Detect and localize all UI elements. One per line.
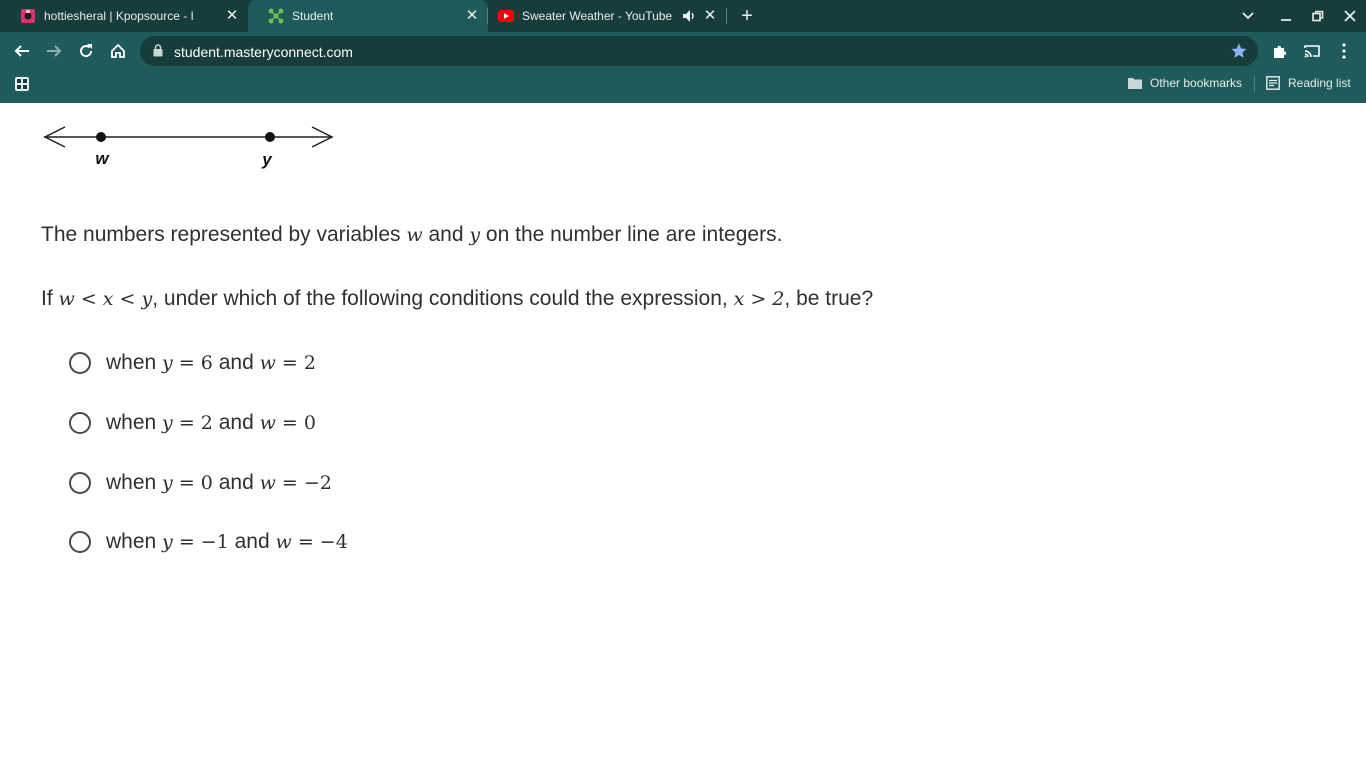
answer-option-3[interactable]: when y = 0 and w = −2 — [69, 471, 332, 495]
math-expression: w < x < y — [58, 288, 153, 310]
math-value: = 6 — [172, 352, 213, 374]
close-tab-icon[interactable]: ✕ — [464, 8, 480, 24]
tab-strip: hottiesheral | Kpopsource - Intern ✕ Stu… — [0, 0, 1366, 32]
question-statement: The numbers represented by variables w a… — [41, 223, 782, 247]
label-w: w — [95, 149, 110, 168]
close-tab-icon[interactable]: ✕ — [224, 8, 240, 24]
restore-icon[interactable] — [1308, 6, 1328, 26]
math-var: w — [275, 531, 292, 553]
text: The numbers represented by variables — [41, 223, 407, 246]
tab-title: Student — [292, 9, 334, 23]
point-y — [265, 132, 275, 142]
tab-separator — [726, 8, 727, 24]
page-content: w y The numbers represented by variables… — [0, 103, 1366, 768]
text: If — [41, 287, 59, 310]
text: and — [212, 411, 260, 434]
kebab-menu-icon[interactable] — [1334, 41, 1354, 61]
address-bar[interactable]: student.masteryconnect.com — [140, 36, 1258, 66]
radio-button[interactable] — [69, 412, 91, 434]
math-value: = −4 — [291, 531, 348, 553]
math-value: = 0 — [172, 472, 213, 494]
back-arrow-icon[interactable] — [10, 39, 34, 63]
text: when — [106, 530, 163, 553]
text: on the number line are integers. — [480, 223, 783, 246]
tab-title: Sweater Weather - YouTube — [522, 9, 673, 23]
new-tab-button[interactable]: + — [736, 6, 758, 26]
option-label: when y = 2 and w = 0 — [106, 411, 316, 435]
text: and — [212, 471, 260, 494]
option-label: when y = 0 and w = −2 — [106, 471, 332, 495]
math-var: y — [162, 412, 173, 434]
math-var: y — [162, 472, 173, 494]
text: , be true? — [784, 287, 874, 310]
tab-kpopsource[interactable]: hottiesheral | Kpopsource - Intern ✕ — [0, 0, 248, 32]
text: and — [212, 351, 260, 374]
math-var: w — [259, 412, 276, 434]
option-label: when y = 6 and w = 2 — [106, 351, 316, 375]
other-bookmarks-folder[interactable]: Other bookmarks — [1128, 76, 1242, 90]
close-tab-icon[interactable]: ✕ — [702, 8, 718, 24]
reading-list-label: Reading list — [1288, 76, 1351, 90]
browser-chrome: hottiesheral | Kpopsource - Intern ✕ Stu… — [0, 0, 1366, 103]
reading-list-button[interactable]: Reading list — [1266, 76, 1351, 90]
text: , under which of the following condition… — [152, 287, 734, 310]
radio-button[interactable] — [69, 531, 91, 553]
tab-youtube[interactable]: Sweater Weather - YouTube ✕ — [488, 0, 726, 32]
masteryconnect-favicon — [268, 8, 284, 24]
bookmarks-separator — [1254, 76, 1255, 92]
minimize-icon[interactable] — [1276, 6, 1296, 26]
math-expression: x > 2 — [733, 288, 785, 310]
math-value: = −1 — [172, 531, 229, 553]
radio-button[interactable] — [69, 472, 91, 494]
tab-student[interactable]: Student ✕ — [248, 0, 488, 32]
answer-option-2[interactable]: when y = 2 and w = 0 — [69, 411, 316, 435]
option-label: when y = −1 and w = −4 — [106, 530, 348, 554]
lock-icon[interactable] — [153, 44, 163, 62]
number-line: w y — [43, 126, 334, 169]
point-w — [96, 132, 106, 142]
folder-icon — [1128, 78, 1142, 89]
math-value: = 2 — [172, 412, 213, 434]
tab-title: hottiesheral | Kpopsource - Intern — [44, 9, 194, 23]
reload-icon[interactable] — [74, 39, 98, 63]
math-value: = 2 — [275, 352, 316, 374]
question-prompt: If w < x < y, under which of the followi… — [41, 287, 873, 311]
math-var: y — [162, 531, 173, 553]
forward-arrow-icon[interactable] — [42, 39, 66, 63]
kpopsource-favicon — [20, 8, 36, 24]
math-value: = 0 — [275, 412, 316, 434]
math-value: = −2 — [275, 472, 332, 494]
bookmarks-bar: Other bookmarks Reading list — [0, 70, 1366, 98]
youtube-favicon — [498, 8, 514, 24]
text: when — [106, 351, 163, 374]
answer-option-1[interactable]: when y = 6 and w = 2 — [69, 351, 316, 375]
math-var: y — [162, 352, 173, 374]
bookmark-star-icon[interactable] — [1230, 42, 1248, 65]
text: when — [106, 471, 163, 494]
home-icon[interactable] — [106, 39, 130, 63]
extensions-puzzle-icon[interactable] — [1270, 41, 1290, 61]
audio-playing-icon[interactable] — [682, 8, 696, 27]
tab-search-chevron-icon[interactable] — [1238, 6, 1258, 26]
text: when — [106, 411, 163, 434]
text: and — [228, 530, 276, 553]
apps-shortcut-icon[interactable] — [14, 76, 30, 97]
reading-list-icon — [1266, 76, 1280, 90]
radio-button[interactable] — [69, 352, 91, 374]
other-bookmarks-label: Other bookmarks — [1150, 76, 1243, 90]
math-var: w — [259, 352, 276, 374]
browser-toolbar: student.masteryconnect.com — [0, 32, 1366, 70]
cast-icon[interactable] — [1302, 41, 1322, 61]
math-var: w — [259, 472, 276, 494]
answer-option-4[interactable]: when y = −1 and w = −4 — [69, 530, 348, 554]
label-y: y — [261, 150, 273, 169]
math-var: y — [469, 224, 481, 246]
url-text[interactable]: student.masteryconnect.com — [174, 44, 353, 60]
close-window-icon[interactable] — [1340, 6, 1360, 26]
math-var: w — [406, 224, 423, 246]
text: and — [422, 223, 470, 246]
